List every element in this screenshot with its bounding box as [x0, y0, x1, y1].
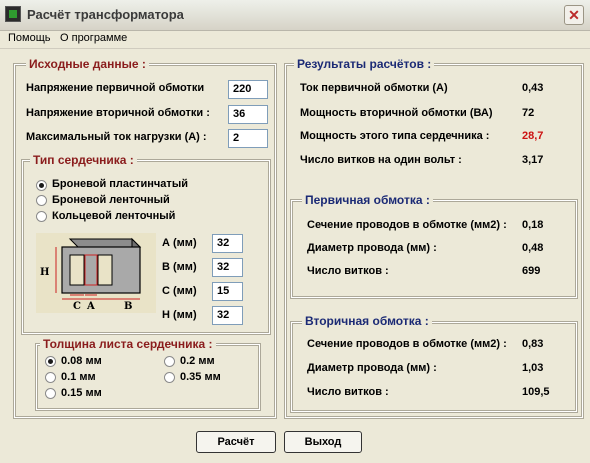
core-option-label-3[interactable]: Кольцевой ленточный: [52, 210, 175, 222]
core-diagram: H C A B: [36, 233, 156, 313]
thickness-label-0-1[interactable]: 0.1 мм: [61, 371, 96, 383]
result-value-secondary-power: 72: [522, 107, 535, 119]
primary-winding-title: Первичная обмотка :: [302, 193, 433, 207]
primary-label-cross-section: Сечение проводов в обмотке (мм2) :: [307, 219, 507, 231]
core-option-radio-2[interactable]: [36, 195, 47, 206]
secondary-label-turns: Число витков :: [307, 386, 389, 398]
result-value-turns-per-volt: 3,17: [522, 154, 544, 166]
dim-c-input[interactable]: 15: [212, 282, 243, 301]
core-top-face: [68, 238, 142, 248]
menu-about[interactable]: О программе: [60, 32, 127, 44]
dim-b-input[interactable]: 32: [212, 258, 243, 277]
secondary-value-diameter: 1,03: [522, 362, 544, 374]
secondary-label-cross-section: Сечение проводов в обмотке (мм2) :: [307, 338, 507, 350]
result-label-turns-per-volt: Число витков на один вольт :: [300, 154, 462, 166]
secondary-winding-title: Вторичная обмотка :: [302, 314, 432, 328]
window-title: Расчёт трансформатора: [27, 7, 184, 22]
thickness-label-0-2[interactable]: 0.2 мм: [180, 355, 215, 367]
secondary-label-diameter: Диаметр провода (мм) :: [307, 362, 437, 374]
dim-b-label: В (мм): [162, 261, 197, 273]
result-value-primary-current: 0,43: [522, 82, 544, 94]
results-title: Результаты расчётов :: [294, 57, 435, 71]
secondary-value-turns: 109,5: [522, 386, 550, 398]
primary-value-cross-section: 0,18: [522, 219, 544, 231]
calculate-button[interactable]: Расчёт: [196, 431, 276, 453]
dim-c-text: C: [73, 301, 81, 312]
exit-button[interactable]: Выход: [284, 431, 362, 453]
dim-a-label: А (мм): [162, 237, 197, 249]
max-current-input[interactable]: 2: [228, 129, 268, 148]
close-icon: ✕: [568, 7, 580, 23]
core-window-left: [69, 254, 85, 286]
core-window-right: [97, 254, 113, 286]
max-current-label: Максимальный ток нагрузки (А) :: [26, 131, 207, 143]
primary-value-diameter: 0,48: [522, 242, 544, 254]
thickness-radio-0-2[interactable]: [164, 356, 175, 367]
dim-b-text: B: [124, 301, 132, 312]
thickness-label-0-15[interactable]: 0.15 мм: [61, 387, 102, 399]
core-option-label-2[interactable]: Броневой ленточный: [52, 194, 170, 206]
primary-voltage-label: Напряжение первичной обмотки: [26, 82, 205, 94]
secondary-voltage-input[interactable]: 36: [228, 105, 268, 124]
result-label-primary-current: Ток первичной обмотки (А): [300, 82, 448, 94]
app-icon: [5, 6, 21, 22]
primary-label-turns: Число витков :: [307, 265, 389, 277]
core-option-label-1[interactable]: Броневой пластинчатый: [52, 178, 188, 190]
dim-h-text: H: [40, 267, 49, 278]
thickness-radio-0-08[interactable]: [45, 356, 56, 367]
secondary-value-cross-section: 0,83: [522, 338, 544, 350]
thickness-label-0-35[interactable]: 0.35 мм: [180, 371, 221, 383]
thickness-label-0-08[interactable]: 0.08 мм: [61, 355, 102, 367]
thickness-radio-0-35[interactable]: [164, 372, 175, 383]
result-label-secondary-power: Мощность вторичной обмотки (ВА): [300, 107, 493, 119]
dim-a-text: A: [86, 301, 95, 312]
core-type-title: Тип сердечника :: [30, 153, 137, 167]
thickness-radio-0-15[interactable]: [45, 388, 56, 399]
secondary-voltage-label: Напряжение вторичной обмотки :: [26, 107, 210, 119]
result-value-core-power: 28,7: [522, 130, 544, 142]
close-button[interactable]: ✕: [564, 5, 584, 25]
menu-help[interactable]: Помощь: [8, 32, 51, 44]
dim-h-label: Н (мм): [162, 309, 197, 321]
input-group-title: Исходные данные :: [26, 57, 149, 71]
primary-label-diameter: Диаметр провода (мм) :: [307, 242, 437, 254]
dim-c-label: С (мм): [162, 285, 197, 297]
dim-a-input[interactable]: 32: [212, 234, 243, 253]
thickness-title: Толщина листа сердечника :: [40, 337, 216, 351]
core-option-radio-3[interactable]: [36, 211, 47, 222]
core-option-radio-1[interactable]: [36, 180, 47, 191]
result-label-core-power: Мощность этого типа сердечника :: [300, 130, 490, 142]
primary-voltage-input[interactable]: 220: [228, 80, 268, 99]
dim-h-input[interactable]: 32: [212, 306, 243, 325]
primary-value-turns: 699: [522, 265, 541, 277]
thickness-radio-0-1[interactable]: [45, 372, 56, 383]
